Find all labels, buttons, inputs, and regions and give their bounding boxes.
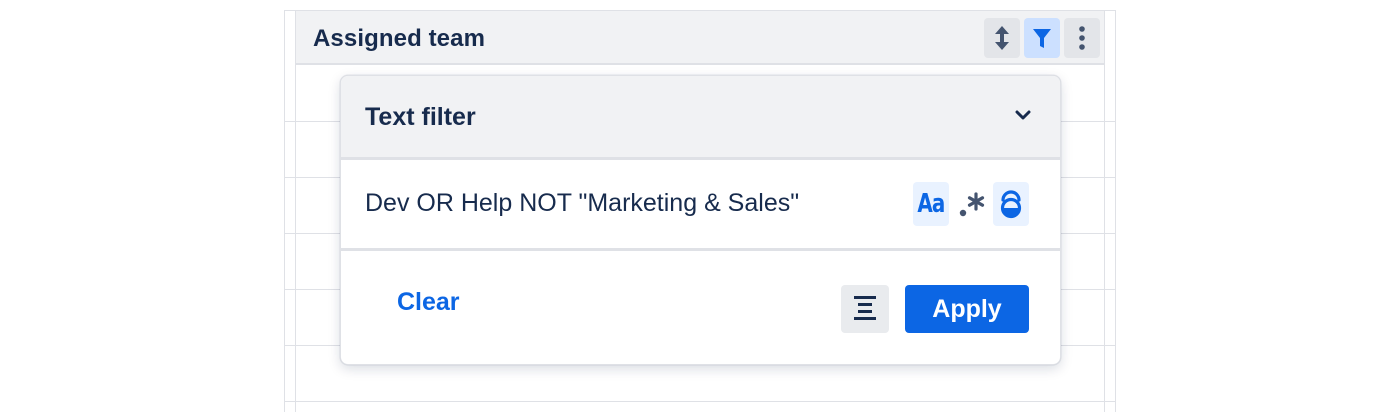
column-title: Assigned team [313,25,486,52]
grid-line [284,401,1116,402]
sort-arrows-icon [995,26,1009,50]
popup-footer: Clear Apply [341,251,1060,364]
chevron-down-icon[interactable] [1014,109,1032,121]
whole-word-icon [1000,190,1022,219]
filter-text-input[interactable] [365,182,905,224]
regex-icon [959,192,985,217]
filter-input-row: Aa [341,160,1060,251]
grid-line [295,10,296,412]
popup-title: Text filter [365,103,476,131]
clear-button[interactable]: Clear [397,288,460,317]
list-icon [854,296,876,320]
table-view: Assigned team Text filter Dev OR Help NO… [0,0,1400,412]
text-filter-popup: Text filter Aa [340,75,1061,365]
match-case-label: Aa [917,189,945,219]
filter-list-button[interactable] [841,285,889,333]
whole-word-toggle[interactable] [993,182,1029,226]
more-button[interactable] [1064,18,1100,58]
sort-button[interactable] [984,18,1020,58]
filter-button[interactable] [1024,18,1060,58]
match-case-toggle[interactable]: Aa [913,182,949,226]
grid-line [1104,10,1105,412]
more-vertical-icon [1079,26,1085,50]
popup-header[interactable]: Text filter [341,76,1060,160]
column-header: Assigned team [296,11,1104,65]
apply-button[interactable]: Apply [905,285,1029,333]
grid-line [1115,10,1116,412]
grid-line [284,10,285,412]
filter-funnel-icon [1033,29,1051,48]
regex-toggle[interactable] [953,182,989,226]
